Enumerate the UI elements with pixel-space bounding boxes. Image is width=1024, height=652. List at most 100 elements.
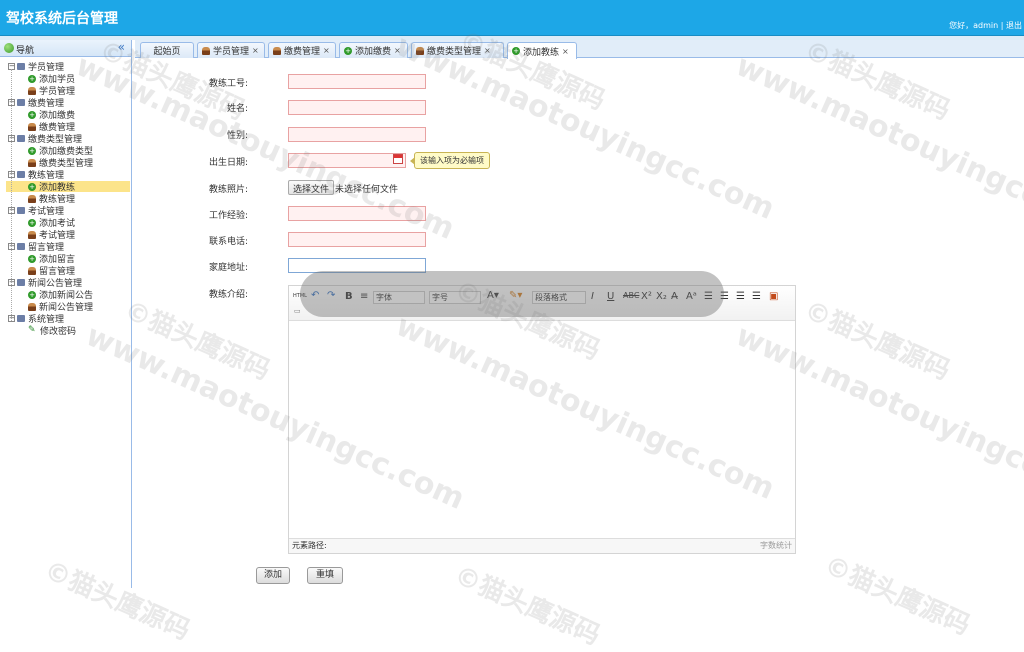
- align-justify-icon[interactable]: ☰: [752, 291, 761, 302]
- nav-group[interactable]: − 系统管理: [8, 313, 64, 325]
- tab-student-mgmt[interactable]: 学员管理 ×: [197, 42, 265, 58]
- element-path-label: 元素路径:: [292, 541, 327, 550]
- nav-group[interactable]: − 缴费管理: [8, 97, 64, 109]
- reset-button[interactable]: 重填: [307, 567, 343, 584]
- nav-item[interactable]: 学员管理: [28, 85, 75, 97]
- tab-label: 缴费类型管理: [427, 47, 482, 57]
- rich-text-editor[interactable]: HTML ↶ ↷ B ≡ 字体 字号 A▾ ✎▾ 段落格式 I U ABC X²…: [288, 285, 796, 554]
- nav-item[interactable]: 缴费类型管理: [28, 157, 93, 169]
- folder-icon: [17, 135, 25, 142]
- nav-item[interactable]: 教练管理: [28, 193, 75, 205]
- folder-icon: [17, 99, 25, 106]
- nav-group[interactable]: − 学员管理: [8, 61, 64, 73]
- collapse-icon[interactable]: «: [118, 40, 125, 54]
- nav-item[interactable]: + 添加缴费: [28, 109, 75, 121]
- folder-icon: [17, 171, 25, 178]
- add-icon: +: [28, 110, 36, 119]
- table-icon[interactable]: ▭: [294, 307, 301, 315]
- folder-icon: [17, 243, 25, 250]
- nav-group[interactable]: − 考试管理: [8, 205, 64, 217]
- phone-label: 联系电话:: [208, 237, 248, 247]
- nav-item[interactable]: 缴费管理: [28, 121, 75, 133]
- tab-label: 添加教练: [523, 47, 560, 58]
- add-icon: +: [28, 290, 36, 299]
- user-icon: [28, 86, 36, 95]
- tab-label: 起始页: [153, 47, 181, 57]
- image-icon[interactable]: ▣: [769, 291, 778, 302]
- coach-id-label: 教练工号:: [208, 79, 248, 89]
- intro-label: 教练介绍:: [208, 290, 248, 300]
- add-icon: +: [344, 46, 352, 55]
- calendar-icon[interactable]: [393, 154, 403, 164]
- birthday-label: 出生日期:: [208, 158, 248, 168]
- gender-input[interactable]: [288, 127, 426, 142]
- experience-label: 工作经验:: [208, 211, 248, 221]
- add-icon: +: [28, 182, 36, 191]
- nav-group[interactable]: − 新闻公告管理: [8, 277, 82, 289]
- birthday-input[interactable]: [288, 153, 406, 168]
- close-icon[interactable]: ×: [252, 46, 259, 55]
- watermark-url: www.maotouyingcc.com: [730, 48, 1024, 247]
- nav-group[interactable]: − 教练管理: [8, 169, 64, 181]
- submit-button[interactable]: 添加: [256, 567, 290, 584]
- name-label: 姓名:: [226, 104, 248, 114]
- nav-item[interactable]: 新闻公告管理: [28, 301, 93, 313]
- close-icon[interactable]: ×: [562, 47, 569, 56]
- user-icon: [202, 46, 210, 55]
- nav-item[interactable]: + 添加考试: [28, 217, 75, 229]
- nav-header: 导航 «: [0, 40, 131, 57]
- nav-item[interactable]: ✎ 修改密码: [28, 325, 77, 338]
- nav-item[interactable]: + 添加学员: [28, 73, 75, 85]
- photo-label: 教练照片:: [208, 185, 248, 195]
- tab-add-coach[interactable]: + 添加教练 ×: [507, 42, 577, 59]
- choose-file-button[interactable]: 选择文件: [288, 180, 335, 195]
- user-greeting[interactable]: 您好，admin | 退出: [949, 20, 1022, 31]
- add-icon: +: [28, 218, 36, 227]
- tab-payment-type-mgmt[interactable]: 缴费类型管理 ×: [411, 42, 504, 58]
- tab-bar: 起始页 学员管理 × 缴费管理 × + 添加缴费 × 缴费类型管理 × + 添加…: [135, 40, 1024, 59]
- folder-icon: [17, 279, 25, 286]
- close-icon[interactable]: ×: [484, 46, 491, 55]
- tab-label: 添加缴费: [355, 47, 392, 57]
- tab-payment-mgmt[interactable]: 缴费管理 ×: [268, 42, 336, 58]
- user-icon: [28, 122, 36, 131]
- coach-id-input[interactable]: [288, 74, 426, 89]
- nav-group[interactable]: − 缴费类型管理: [8, 133, 82, 145]
- close-icon[interactable]: ×: [323, 46, 330, 55]
- name-input[interactable]: [288, 100, 426, 115]
- nav-item[interactable]: + 添加新闻公告: [28, 289, 93, 301]
- tab-add-payment[interactable]: + 添加缴费 ×: [339, 42, 408, 58]
- tab-label: 缴费管理: [284, 47, 321, 57]
- nav-item[interactable]: + 添加教练: [6, 181, 130, 193]
- phone-input[interactable]: [288, 232, 426, 247]
- close-icon[interactable]: ×: [394, 46, 401, 55]
- nav-panel: 导航 « − 学员管理 + 添加学员 学员管理 − 缴费管理 + 添加缴费 缴费管理 − 缴费类型管理…: [0, 40, 132, 588]
- experience-input[interactable]: [288, 206, 426, 221]
- nav-group[interactable]: − 留言管理: [8, 241, 64, 253]
- tab-home[interactable]: 起始页: [140, 42, 194, 58]
- nav-item[interactable]: 考试管理: [28, 229, 75, 241]
- add-icon: +: [28, 254, 36, 263]
- folder-icon: [17, 315, 25, 322]
- editor-body[interactable]: [289, 322, 795, 538]
- add-icon: +: [28, 146, 36, 155]
- user-icon: [273, 46, 281, 55]
- watermark-text: ©猫头鹰源码: [449, 560, 605, 652]
- nav-item[interactable]: 留言管理: [28, 265, 75, 277]
- nav-item[interactable]: + 添加缴费类型: [28, 145, 93, 157]
- nav-item-label: 修改密码: [40, 327, 77, 337]
- editor-footer: 元素路径: 字数统计: [289, 538, 795, 553]
- tree-line: [11, 69, 12, 321]
- nav-globe-icon: [4, 43, 14, 53]
- align-right-icon[interactable]: ☰: [736, 291, 745, 302]
- app-header: 驾校系统后台管理 您好，admin | 退出: [0, 0, 1024, 36]
- folder-icon: [17, 63, 25, 70]
- user-icon: [28, 194, 36, 203]
- watermark-text: ©猫头鹰源码: [119, 295, 275, 387]
- word-count-label: 字数统计: [760, 541, 792, 550]
- no-file-text: 未选择任何文件: [335, 185, 399, 195]
- pencil-icon: ✎: [28, 325, 36, 335]
- nav-item[interactable]: + 添加留言: [28, 253, 75, 265]
- user-icon: [28, 266, 36, 275]
- required-tooltip: 该输入项为必输项: [410, 152, 490, 169]
